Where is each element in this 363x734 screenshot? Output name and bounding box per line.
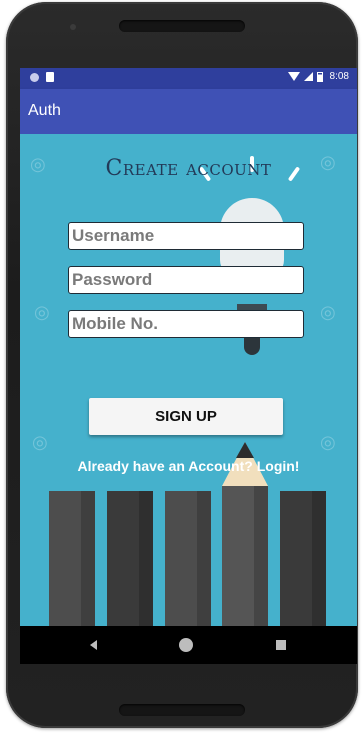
back-icon[interactable] — [90, 640, 97, 650]
mobile-input[interactable] — [68, 310, 304, 338]
recents-icon[interactable] — [276, 640, 286, 650]
navigation-bar — [20, 626, 357, 664]
pencil-illustration — [49, 491, 95, 626]
app-bar: Auth — [20, 89, 357, 134]
status-bar: 8:08 — [20, 68, 357, 89]
page-title: Create account — [105, 156, 272, 181]
pencil-illustration — [280, 491, 326, 626]
login-link[interactable]: Already have an Account? Login! — [20, 458, 357, 474]
pencil-illustration — [107, 491, 153, 626]
pencil-illustration — [222, 486, 268, 626]
status-time: 8:08 — [329, 71, 349, 82]
username-input[interactable] — [68, 222, 304, 250]
watermark-icon: ◎ — [34, 302, 50, 322]
password-input[interactable] — [68, 266, 304, 294]
notification-icon — [30, 73, 39, 82]
watermark-icon: ◎ — [320, 432, 336, 452]
front-camera — [70, 24, 76, 30]
sign-up-button[interactable]: SIGN UP — [89, 398, 283, 435]
wifi-icon — [287, 72, 300, 81]
bottom-speaker — [119, 704, 245, 716]
battery-icon — [316, 71, 323, 82]
bulb-tip-icon — [244, 337, 260, 355]
top-speaker — [119, 20, 245, 32]
sd-card-icon — [46, 72, 54, 82]
device-screen: 8:08 Auth ◎ ◎ ◎ ◎ ◎ ◎ Create account SIG… — [20, 68, 357, 664]
pencil-illustration — [165, 491, 211, 626]
watermark-icon: ◎ — [32, 432, 48, 452]
pencil-lead-illustration — [236, 442, 254, 458]
watermark-icon: ◎ — [320, 302, 336, 322]
auth-content: ◎ ◎ ◎ ◎ ◎ ◎ Create account SIGN UP Alrea… — [20, 134, 357, 626]
signal-icon — [303, 72, 313, 81]
app-title: Auth — [28, 102, 61, 119]
home-icon[interactable] — [179, 638, 193, 652]
